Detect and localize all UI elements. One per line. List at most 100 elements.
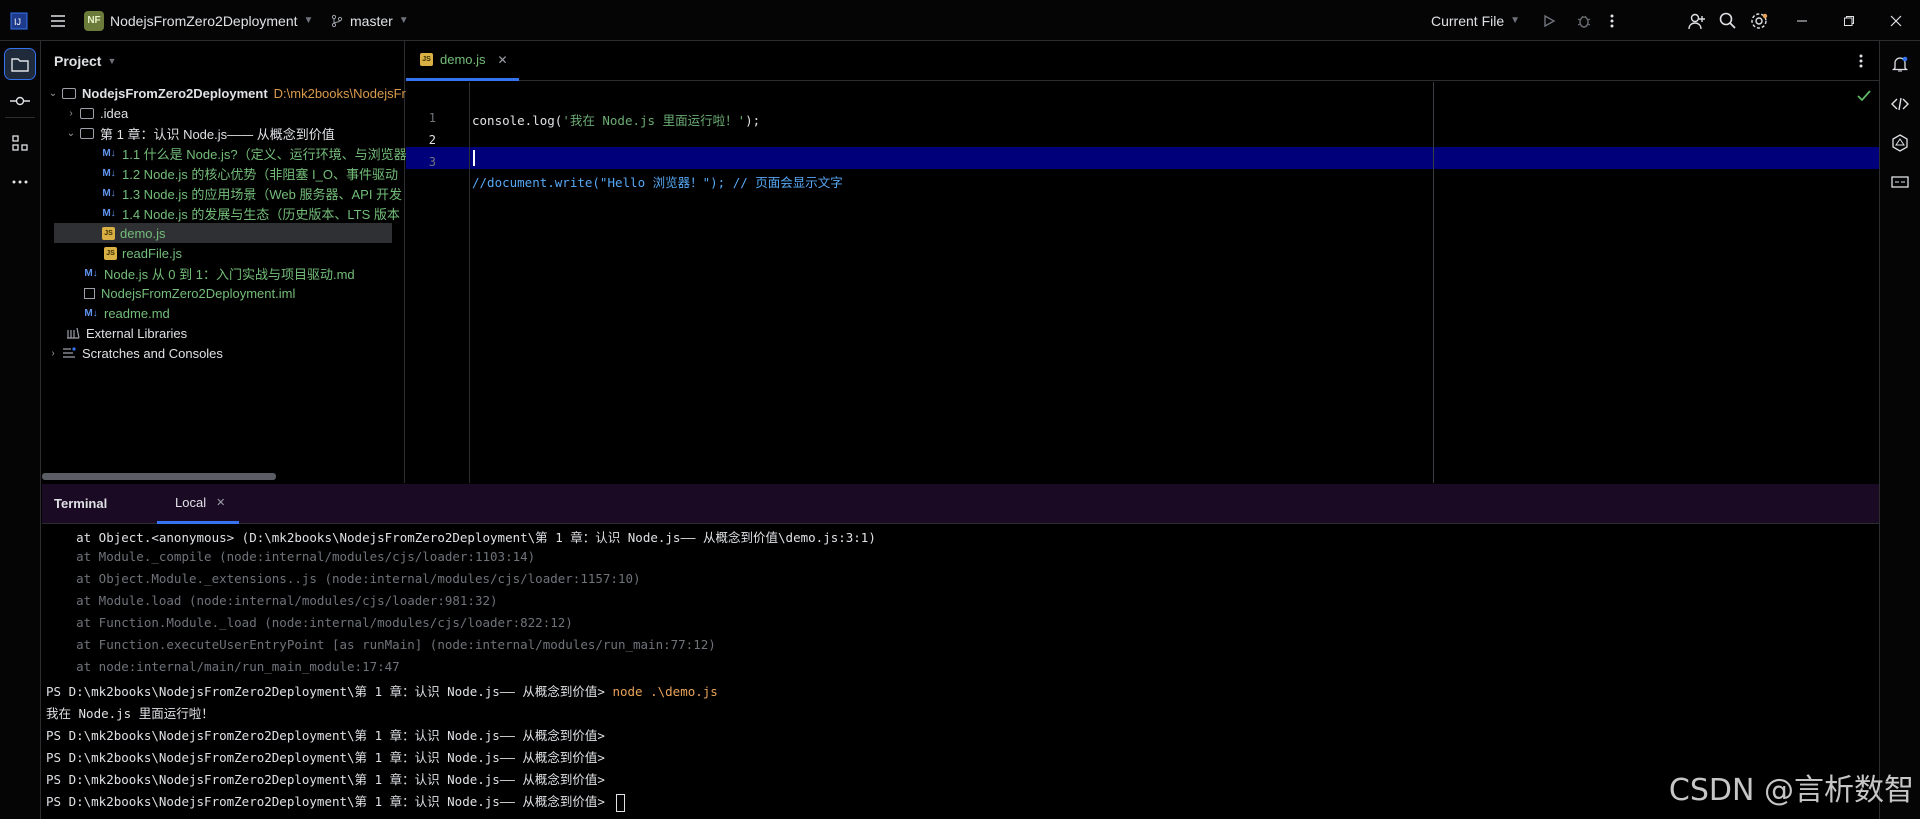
tab-label: demo.js <box>440 52 486 67</box>
tree-item-label: 1.2 Node.js 的核心优势（非阻塞 I_O、事件驱动 <box>122 166 398 182</box>
tree-item-idea[interactable]: › .idea <box>64 103 128 123</box>
commit-tool-button[interactable] <box>5 86 35 116</box>
terminal-cursor <box>616 793 626 812</box>
minimize-window-icon[interactable] <box>1796 0 1808 41</box>
tree-item-readfile-js[interactable]: JS readFile.js <box>104 243 182 263</box>
more-actions-icon[interactable] <box>1610 0 1614 41</box>
tree-item-label: NodejsFromZero2Deployment.iml <box>101 285 296 301</box>
bug-icon <box>1577 15 1591 28</box>
terminal-line: at Object.<anonymous> (D:\mk2books\Nodej… <box>46 530 876 545</box>
markdown-icon: M↓ <box>102 187 116 199</box>
restore-window-icon[interactable] <box>1843 0 1855 41</box>
chevron-down-icon: ▼ <box>107 56 117 66</box>
tree-item-md-1-1[interactable]: M↓ 1.1 什么是 Node.js?（定义、运行环境、与浏览器 <box>100 143 407 163</box>
tree-item-external-libraries[interactable]: External Libraries <box>66 323 187 343</box>
tree-item-label: 1.1 什么是 Node.js?（定义、运行环境、与浏览器 <box>122 146 407 162</box>
chevron-right-icon: › <box>51 347 55 359</box>
app-logo-icon[interactable]: IJ <box>10 0 28 41</box>
branch-switcher[interactable]: master ▼ <box>330 0 409 41</box>
tree-item-chapter1[interactable]: ⌄ 第 1 章：认识 Node.js—— 从概念到价值 <box>64 123 335 143</box>
terminal-line: at Function.Module._load (node:internal/… <box>46 615 573 630</box>
tree-item-md-1-3[interactable]: M↓ 1.3 Node.js 的应用场景（Web 服务器、API 开发 <box>100 183 402 203</box>
terminal-line: at Module._compile (node:internal/module… <box>46 549 536 564</box>
no-problems-check-icon[interactable] <box>1857 90 1871 102</box>
settings-gear-icon[interactable] <box>1750 0 1768 41</box>
tree-item-label: External Libraries <box>86 325 188 341</box>
terminal-line: at Module.load (node:internal/modules/cj… <box>46 593 498 608</box>
tree-item-label: 1.4 Node.js 的发展与生态（历史版本、LTS 版本 <box>122 206 400 222</box>
terminal-prompt: PS D:\mk2books\NodejsFromZero2Deployment… <box>46 728 613 743</box>
line-number: 3 <box>428 155 436 169</box>
terminal-input-line[interactable]: PS D:\mk2books\NodejsFromZero2Deployment… <box>46 791 626 812</box>
javascript-file-icon: JS <box>102 226 115 240</box>
terminal-tab-label: Local <box>175 495 207 510</box>
tree-item-label: 1.3 Node.js 的应用场景（Web 服务器、API 开发 <box>122 186 403 202</box>
ai-assistant-icon[interactable] <box>1885 128 1915 158</box>
database-tool-icon[interactable] <box>1885 167 1915 197</box>
javascript-file-icon: JS <box>104 246 117 260</box>
code-line-3[interactable]: //document.write("Hello 浏览器！"); // 页面会显示… <box>472 172 843 191</box>
scratches-icon <box>63 347 76 358</box>
structure-tool-button[interactable] <box>5 128 35 158</box>
project-panel-title: Project <box>54 53 102 69</box>
run-config-selector[interactable]: Current File ▼ <box>1431 0 1520 41</box>
project-tool-button[interactable] <box>4 48 36 80</box>
terminal-title: Terminal <box>54 496 108 511</box>
code-with-me-icon[interactable] <box>1885 89 1915 119</box>
terminal-line: at node:internal/main/run_main_module:17… <box>46 659 400 674</box>
tree-item-md-1-4[interactable]: M↓ 1.4 Node.js 的发展与生态（历史版本、LTS 版本 <box>100 203 400 223</box>
project-badge: NF <box>84 10 104 31</box>
debug-button[interactable] <box>1576 0 1592 41</box>
tree-item-label: Node.js 从 0 到 1：入门实战与项目驱动.md <box>104 266 355 282</box>
code-token: ); <box>745 113 761 128</box>
markdown-icon: M↓ <box>84 267 98 279</box>
tree-item-scratches[interactable]: › Scratches and Consoles <box>46 343 223 363</box>
terminal-line: at Function.executeUserEntryPoint [as ru… <box>46 637 716 652</box>
more-tools-icon[interactable] <box>5 167 35 197</box>
tree-item-iml[interactable]: NodejsFromZero2Deployment.iml <box>84 283 295 303</box>
title-bar: IJ NF NodejsFromZero2Deployment ▼ master… <box>0 0 1920 41</box>
search-icon[interactable] <box>1719 0 1736 41</box>
horizontal-scrollbar[interactable] <box>42 473 276 480</box>
add-user-icon[interactable] <box>1688 0 1706 41</box>
git-branch-icon <box>331 14 343 27</box>
module-file-icon <box>84 287 95 299</box>
javascript-file-icon: JS <box>420 53 433 66</box>
tree-item-label: NodejsFromZero2Deployment <box>82 85 268 101</box>
main-menu-icon[interactable] <box>50 0 66 41</box>
chevron-down-icon: ⌄ <box>66 127 76 139</box>
tree-item-demo-js[interactable]: JS demo.js <box>54 223 392 243</box>
chevron-right-icon: › <box>69 107 73 119</box>
close-tab-icon[interactable]: ✕ <box>498 53 508 67</box>
project-switcher[interactable]: NF NodejsFromZero2Deployment ▼ <box>84 0 313 41</box>
run-config-label: Current File <box>1431 12 1505 29</box>
folder-icon <box>80 127 94 139</box>
module-folder-icon <box>62 87 76 99</box>
terminal-line: at Object.Module._extensions..js (node:i… <box>46 571 641 586</box>
notifications-bell-icon[interactable] <box>1885 49 1915 79</box>
markdown-icon: M↓ <box>102 167 116 179</box>
watermark: CSDN @言析数智 <box>1668 773 1914 808</box>
code-line-1[interactable]: console.log('我在 Node.js 里面运行啦！'); <box>472 110 760 129</box>
library-icon <box>67 327 80 339</box>
tree-item-md-1-2[interactable]: M↓ 1.2 Node.js 的核心优势（非阻塞 I_O、事件驱动 <box>100 163 398 183</box>
terminal-tab-local[interactable]: Local ✕ <box>157 484 239 524</box>
editor-more-icon[interactable] <box>1859 54 1863 68</box>
project-panel-header[interactable]: Project ▼ <box>42 41 405 81</box>
terminal-panel: Terminal Local ✕ at Object.<anonymous> (… <box>42 484 1879 819</box>
close-tab-icon[interactable]: ✕ <box>216 496 225 509</box>
chevron-down-icon: ⌄ <box>48 87 58 99</box>
tab-demo-js[interactable]: JS demo.js ✕ <box>406 41 519 81</box>
markdown-icon: M↓ <box>102 207 116 219</box>
play-icon <box>1544 14 1556 27</box>
run-button[interactable] <box>1542 0 1556 41</box>
terminal-prompt: PS D:\mk2books\NodejsFromZero2Deployment… <box>46 684 613 699</box>
tree-item-md-main[interactable]: M↓ Node.js 从 0 到 1：入门实战与项目驱动.md <box>82 263 355 283</box>
markdown-icon: M↓ <box>102 147 116 159</box>
chevron-down-icon: ▼ <box>1510 15 1521 26</box>
editor-area: JS demo.js ✕ 1 2 3 console.log('我在 Node.… <box>406 41 1879 483</box>
svg-text:IJ: IJ <box>14 17 21 27</box>
close-window-icon[interactable] <box>1890 0 1902 41</box>
tree-item-readme[interactable]: M↓ readme.md <box>82 303 169 323</box>
project-panel: Project ▼ ⌄ NodejsFromZero2Deployment D:… <box>42 41 527 483</box>
